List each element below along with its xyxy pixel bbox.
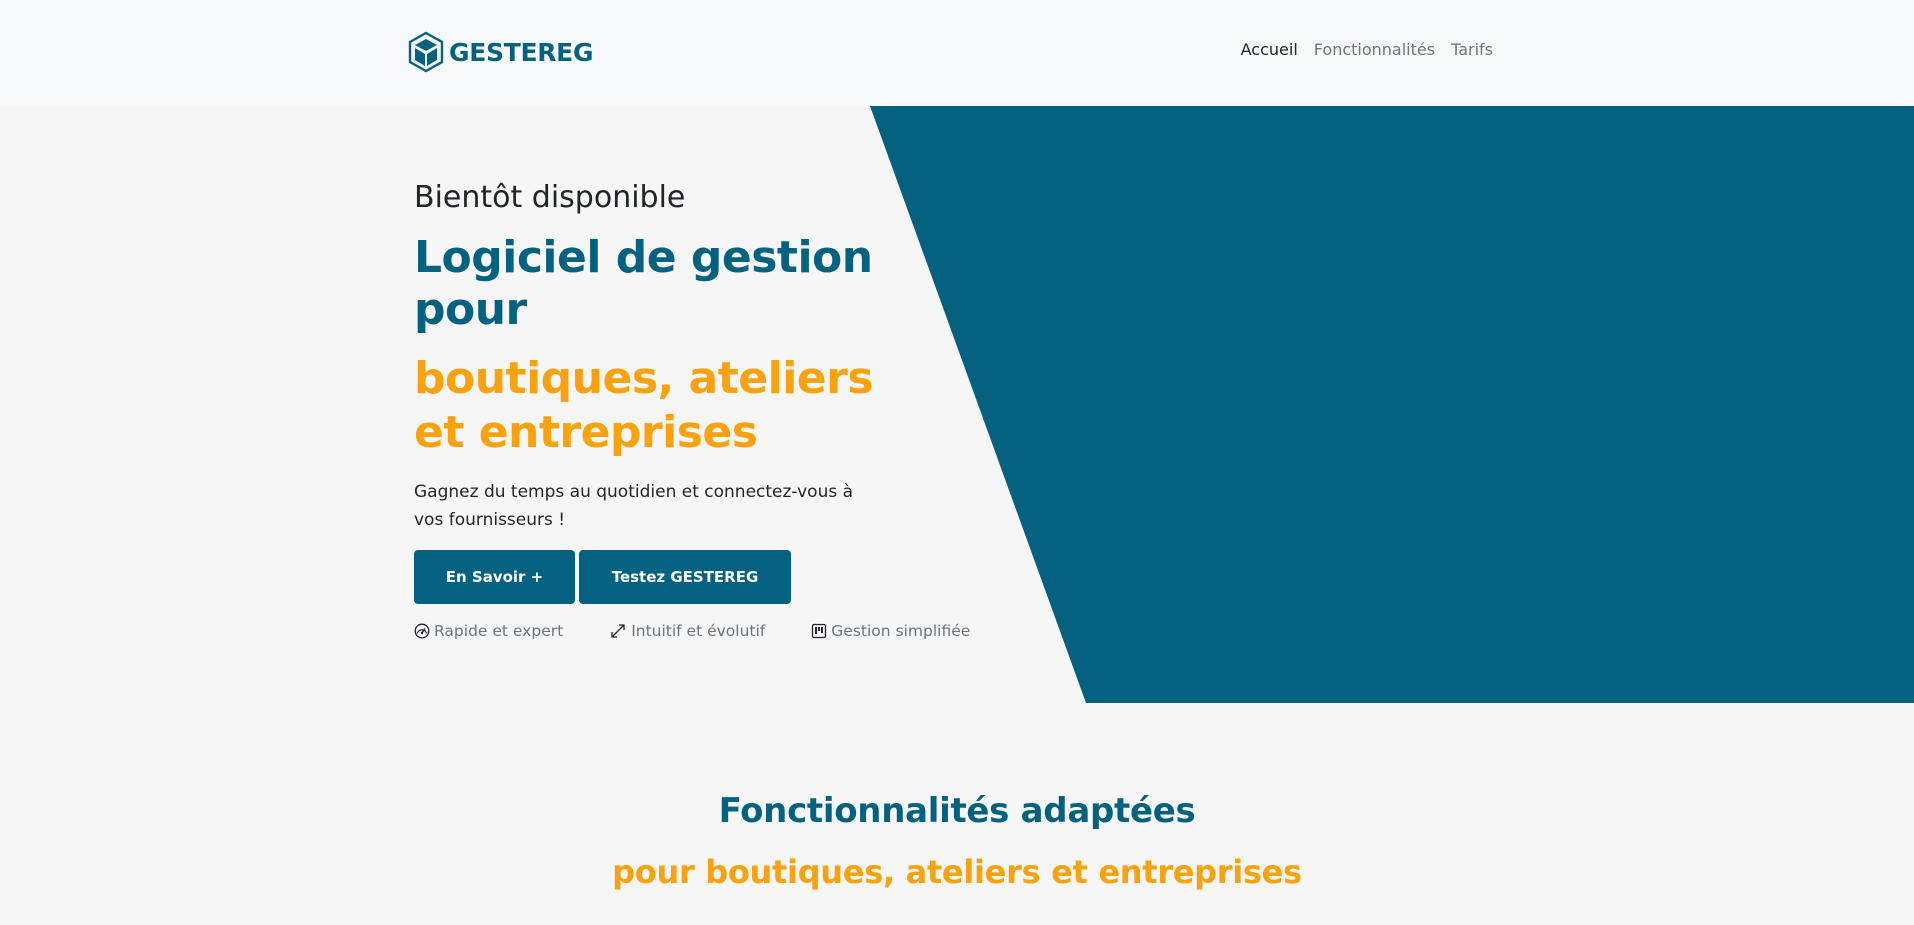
feature-management: Gestion simplifiée — [811, 622, 970, 640]
try-gestereg-button[interactable]: Testez GESTEREG — [579, 550, 791, 604]
brand-logo-link[interactable]: GESTEREG — [407, 31, 593, 73]
feature-fast: Rapide et expert — [414, 622, 563, 640]
expand-arrows-icon — [609, 622, 631, 640]
feature-management-label: Gestion simplifiée — [831, 622, 971, 640]
kanban-icon — [811, 623, 831, 639]
features-section-subtitle: pour boutiques, ateliers et entreprises — [612, 853, 1302, 891]
feature-intuitive-label: Intuitif et évolutif — [631, 622, 766, 640]
hero-section: Bientôt disponible Logiciel de gestion p… — [414, 178, 974, 640]
hero-lead: Gagnez du temps au quotidien et connecte… — [414, 482, 854, 530]
brand-name: GESTEREG — [449, 37, 594, 67]
features-section-title: Fonctionnalités adaptées — [718, 791, 1196, 831]
hero-buttons: En Savoir + Testez GESTEREG — [414, 550, 974, 604]
nav-link-accueil[interactable]: Accueil — [1241, 40, 1298, 59]
nav-link-tarifs[interactable]: Tarifs — [1451, 40, 1493, 59]
speedometer-icon — [414, 623, 434, 639]
nav-link-fonctionnalites[interactable]: Fonctionnalités — [1314, 40, 1435, 59]
hero-eyebrow: Bientôt disponible — [414, 180, 686, 215]
cube-icon — [407, 31, 445, 73]
learn-more-button[interactable]: En Savoir + — [414, 550, 575, 604]
feature-fast-label: Rapide et expert — [434, 622, 564, 640]
nav-links: Accueil Fonctionnalités Tarifs — [1241, 40, 1493, 59]
hero-features: Rapide et expert Intuitif et évolutif Ge… — [414, 622, 974, 640]
navbar: GESTEREG Accueil Fonctionnalités Tarifs — [0, 0, 1914, 106]
hero-title-line1: Logiciel de gestion pour — [414, 232, 873, 335]
hero-title-line2: boutiques, ateliers et entreprises — [414, 353, 874, 458]
feature-intuitive: Intuitif et évolutif — [609, 622, 765, 640]
